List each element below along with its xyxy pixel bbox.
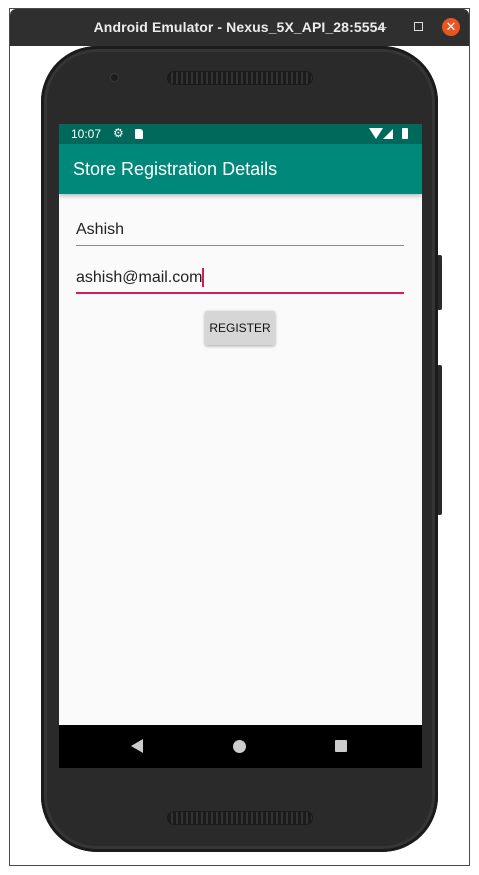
window-title: Android Emulator - Nexus_5X_API_28:5554 [93, 19, 386, 35]
sd-card-icon [135, 129, 143, 139]
name-field-underline [76, 245, 404, 246]
maximize-button[interactable] [409, 18, 427, 36]
battery-icon [402, 128, 408, 139]
email-field-underline [76, 292, 404, 294]
email-input[interactable] [76, 264, 404, 292]
recents-icon[interactable] [335, 740, 347, 752]
text-cursor [202, 268, 204, 287]
name-input[interactable] [76, 216, 404, 244]
signal-icon [383, 129, 393, 139]
wifi-icon [369, 128, 383, 139]
back-icon[interactable] [131, 739, 143, 753]
home-icon[interactable] [233, 740, 246, 753]
window-titlebar[interactable]: Android Emulator - Nexus_5X_API_28:5554 … [10, 9, 469, 46]
status-bar: 10:07 ⚙ [59, 124, 422, 144]
navigation-bar [59, 725, 422, 768]
minimize-button[interactable]: – [374, 18, 392, 36]
status-time: 10:07 [71, 127, 102, 141]
phone-frame: 10:07 ⚙ Store Registration Details REGIS… [41, 46, 438, 852]
bottom-speaker [167, 811, 313, 825]
close-button[interactable]: ✕ [442, 18, 460, 36]
maximize-icon [413, 22, 423, 31]
app-bar: Store Registration Details [59, 144, 422, 194]
front-camera [110, 73, 119, 82]
top-speaker [167, 71, 313, 85]
register-button[interactable]: REGISTER [205, 311, 275, 345]
name-field[interactable] [76, 216, 404, 246]
email-field[interactable] [76, 264, 404, 294]
page-title: Store Registration Details [73, 159, 278, 179]
device-screen: 10:07 ⚙ Store Registration Details REGIS… [59, 124, 422, 768]
gear-icon: ⚙ [113, 126, 124, 140]
